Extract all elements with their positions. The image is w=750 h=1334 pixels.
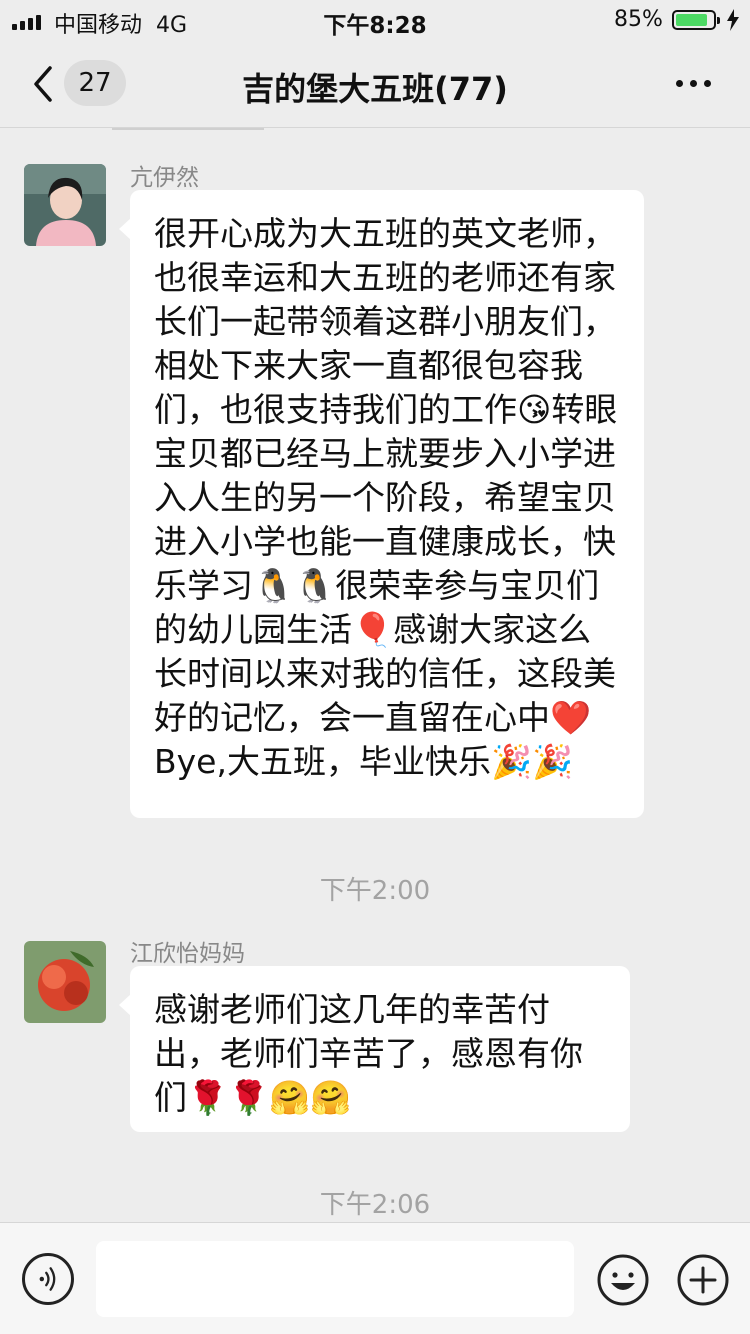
- message-bubble[interactable]: 很开心成为大五班的英文老师，也很幸运和大五班的老师还有家长们一起带领着这群小朋友…: [119, 190, 644, 818]
- message-input[interactable]: [96, 1241, 574, 1317]
- add-attachment-icon[interactable]: [676, 1253, 730, 1307]
- charging-icon: [727, 9, 739, 31]
- sender-name: 亢伊然: [130, 165, 199, 191]
- avatar[interactable]: [24, 941, 106, 1023]
- sender-name: 江欣怡妈妈: [130, 941, 245, 967]
- chat-title: 吉的堡大五班(77): [242, 70, 508, 108]
- battery-icon: [672, 10, 720, 30]
- previous-message-edge: [112, 128, 264, 130]
- message-bubble[interactable]: 感谢老师们这几年的幸苦付出，老师们辛苦了，感恩有你们🌹🌹🤗🤗: [119, 966, 630, 1132]
- avatar[interactable]: [24, 164, 106, 246]
- battery-percent: 85%: [614, 7, 663, 32]
- timestamp: 下午2:00: [319, 876, 431, 906]
- input-bar: [0, 1222, 750, 1334]
- avatar-image: [24, 941, 106, 1023]
- chat-header: 27 吉的堡大五班(77): [0, 40, 750, 128]
- more-options-icon[interactable]: [672, 68, 716, 98]
- timestamp: 下午2:06: [319, 1190, 431, 1220]
- emoji-icon[interactable]: [596, 1253, 650, 1307]
- avatar-image: [24, 164, 106, 246]
- battery-fill: [676, 14, 707, 26]
- status-bar: 中国移动 4G 下午8:28 85%: [0, 0, 750, 40]
- voice-input-icon[interactable]: [22, 1253, 74, 1305]
